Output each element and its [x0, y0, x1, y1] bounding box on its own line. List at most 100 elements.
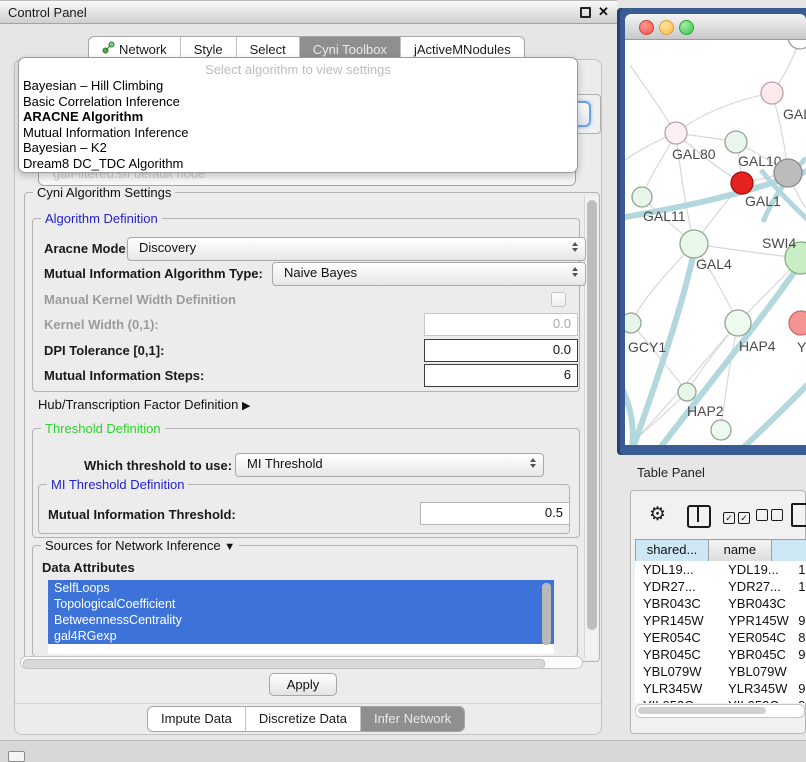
- mi-threshold-field[interactable]: 0.5: [420, 502, 570, 525]
- tab-impute-data[interactable]: Impute Data: [148, 707, 245, 731]
- algorithm-option[interactable]: Mutual Information Inference: [19, 125, 577, 141]
- hub-section-row[interactable]: Hub/Transcription Factor Definition ▶: [38, 397, 250, 412]
- close-icon[interactable]: ✕: [598, 4, 609, 20]
- mi-algorithm-type-value: Naive Bayes: [284, 265, 357, 280]
- manual-kernel-checkbox: [551, 292, 566, 307]
- tab-label: Cyni Toolbox: [313, 42, 387, 57]
- attribute-list-item[interactable]: gal4RGexp: [48, 628, 554, 644]
- network-edge[interactable]: [743, 382, 806, 445]
- network-node-label: GAL: [783, 106, 806, 122]
- network-node[interactable]: [761, 82, 783, 104]
- table-cell: [794, 663, 806, 680]
- which-threshold-value: MI Threshold: [247, 456, 323, 471]
- algorithm-option[interactable]: Dream8 DC_TDC Algorithm: [19, 156, 577, 172]
- table-row[interactable]: YPR145WYPR145W9.: [635, 612, 806, 629]
- table-cell: YDL19...: [635, 561, 720, 578]
- zoom-traffic-light[interactable]: [679, 20, 694, 35]
- scrollbar-thumb[interactable]: [638, 707, 766, 714]
- column-header-shared-name[interactable]: shared...: [635, 539, 709, 563]
- checked-boxes-icon[interactable]: ✓✓: [723, 508, 753, 526]
- network-node[interactable]: [625, 313, 641, 333]
- unchecked-boxes-icon[interactable]: [756, 508, 786, 526]
- settings-horizontal-scrollbar[interactable]: [20, 656, 583, 669]
- network-node[interactable]: [731, 172, 753, 194]
- table-row[interactable]: YIL052CYIL052C9: [635, 697, 806, 703]
- column-header-clipped[interactable]: [772, 539, 806, 563]
- network-node[interactable]: [725, 310, 751, 336]
- attribute-list-item[interactable]: SelfLoops: [48, 580, 554, 596]
- expand-arrow-icon[interactable]: ▼: [224, 541, 235, 553]
- table-cell: YPR145W: [635, 612, 720, 629]
- aracne-mode-combo[interactable]: Discovery: [127, 237, 586, 261]
- table-cell: 9.: [794, 646, 806, 663]
- close-traffic-light[interactable]: [639, 20, 654, 35]
- tab-infer-network[interactable]: Infer Network: [360, 707, 464, 731]
- tab-label: Select: [250, 42, 286, 57]
- network-node[interactable]: [788, 40, 806, 49]
- table-row[interactable]: YBL079WYBL079W: [635, 663, 806, 680]
- dpi-tolerance-field[interactable]: 0.0: [424, 339, 578, 362]
- network-node[interactable]: [774, 159, 802, 187]
- settings-vertical-scrollbar[interactable]: [584, 196, 598, 658]
- algorithm-option[interactable]: Bayesian – Hill Climbing: [19, 78, 577, 94]
- network-canvas[interactable]: GALGAL80GAL10GAL1GAL11SWI4GAL4GCY1HAP4YH…: [625, 40, 806, 445]
- network-edge[interactable]: [630, 65, 676, 133]
- network-node[interactable]: [725, 131, 747, 153]
- network-node[interactable]: [711, 420, 731, 440]
- network-edge[interactable]: [676, 93, 772, 133]
- mi-algorithm-type-combo[interactable]: Naive Bayes: [272, 262, 586, 286]
- columns-icon[interactable]: [687, 505, 711, 528]
- network-node[interactable]: [678, 383, 696, 401]
- gear-icon[interactable]: ⚙: [649, 503, 666, 526]
- table-cell: YER054C: [635, 629, 720, 646]
- table-row[interactable]: YER054CYER054C8.: [635, 629, 806, 646]
- collapse-arrow-icon[interactable]: ▶: [242, 400, 250, 412]
- table-cell: [794, 595, 806, 612]
- sources-group-title: Sources for Network Inference ▼: [41, 538, 239, 553]
- table-row[interactable]: YBR045CYBR045C9.: [635, 646, 806, 663]
- table-cell: 12: [794, 578, 806, 595]
- kernel-width-field: 0.0: [424, 313, 578, 336]
- algorithm-definition-title: Algorithm Definition: [41, 211, 162, 226]
- document-icon[interactable]: [791, 503, 806, 527]
- table-row[interactable]: YBR043CYBR043C: [635, 595, 806, 612]
- table-row[interactable]: YDR27...YDR27...12: [635, 578, 806, 595]
- algorithm-option[interactable]: Bayesian – K2: [19, 140, 577, 156]
- table-horizontal-scrollbar[interactable]: [635, 704, 805, 718]
- table-cell: YBR045C: [635, 646, 720, 663]
- minimize-traffic-light[interactable]: [659, 20, 674, 35]
- attribute-list-item[interactable]: BetweennessCentrality: [48, 612, 554, 628]
- table-row[interactable]: YLR345WYLR345W9.: [635, 680, 806, 697]
- network-window-titlebar[interactable]: [625, 14, 806, 40]
- scrollbar-thumb[interactable]: [23, 659, 545, 669]
- apply-button[interactable]: Apply: [269, 673, 337, 696]
- network-node-label: GAL80: [672, 146, 716, 162]
- column-header-name[interactable]: name: [709, 539, 772, 563]
- grip-button[interactable]: [8, 751, 25, 762]
- algorithm-option[interactable]: Basic Correlation Inference: [19, 94, 577, 110]
- data-attributes-list[interactable]: SelfLoopsTopologicalCoefficientBetweenne…: [48, 580, 554, 654]
- tab-discretize-data[interactable]: Discretize Data: [245, 707, 360, 731]
- table-cell: YBL079W: [720, 663, 794, 680]
- network-node[interactable]: [632, 187, 652, 207]
- tab-label: Style: [194, 42, 223, 57]
- mi-threshold-group-title: MI Threshold Definition: [47, 477, 188, 492]
- algorithm-option[interactable]: ARACNE Algorithm: [19, 109, 577, 125]
- float-window-icon[interactable]: [580, 7, 591, 18]
- scrollbar-thumb[interactable]: [587, 200, 597, 630]
- network-node[interactable]: [680, 230, 708, 258]
- table-cell: YIL052C: [720, 697, 794, 703]
- table-cell: YBR043C: [720, 595, 794, 612]
- network-node[interactable]: [665, 122, 687, 144]
- table-row[interactable]: YDL19...YDL19...13: [635, 561, 806, 578]
- list-scrollbar-thumb[interactable]: [542, 583, 551, 645]
- table-cell: YDL19...: [720, 561, 794, 578]
- network-node[interactable]: [789, 311, 806, 335]
- mi-steps-field[interactable]: 6: [424, 364, 578, 387]
- attribute-list-item[interactable]: TopologicalCoefficient: [48, 596, 554, 612]
- table-cell: YBR043C: [635, 595, 720, 612]
- network-edge[interactable]: [625, 382, 633, 445]
- table-panel-title: Table Panel: [637, 465, 705, 480]
- which-threshold-combo[interactable]: MI Threshold: [235, 453, 544, 477]
- aracne-mode-value: Discovery: [139, 240, 196, 255]
